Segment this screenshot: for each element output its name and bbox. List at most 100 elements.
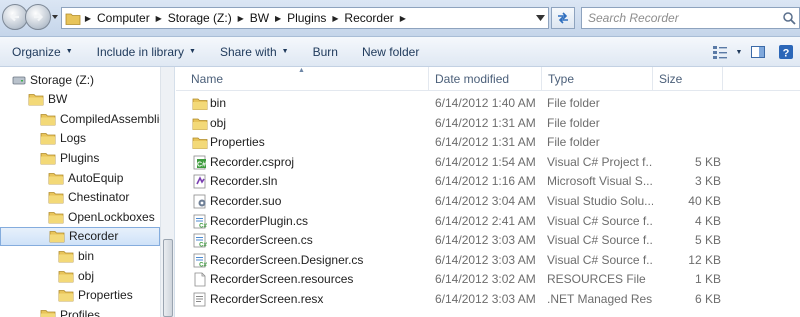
file-row[interactable]: bin 6/14/2012 1:40 AM File folder (176, 94, 800, 113)
file-size: 40 KB (688, 194, 721, 208)
tree-item-profiles[interactable]: Profiles (0, 305, 160, 317)
tree-item-obj[interactable]: obj (0, 266, 160, 285)
svg-text:C#: C# (197, 161, 206, 168)
column-header-size[interactable]: Size (653, 67, 723, 91)
file-size: 4 KB (694, 213, 721, 228)
nav-scrollbar[interactable] (160, 67, 174, 317)
tree-item-recorder[interactable]: Recorder (0, 226, 160, 246)
tree-item-logs[interactable]: Logs (0, 129, 160, 148)
file-name: obj (210, 115, 227, 130)
chevron-down-icon: ▼ (281, 48, 289, 55)
tree-item-label: BW (48, 92, 68, 107)
file-row[interactable]: RecorderScreen.resources 6/14/2012 3:02 A… (176, 270, 800, 289)
recent-pages-dropdown-icon[interactable] (51, 13, 59, 21)
file-row[interactable]: C# RecorderScreen.Designer.cs 6/14/2012 3:… (176, 251, 800, 270)
include-in-library-button[interactable]: Include in library ▼ (85, 37, 208, 66)
breadcrumb-bw[interactable]: BW (248, 11, 271, 25)
file-date-modified: 6/14/2012 3:04 AM (435, 194, 536, 208)
breadcrumb-plugins[interactable]: Plugins (285, 11, 328, 25)
file-type: Visual Studio Solu... (547, 194, 653, 208)
tree-item-label: Recorder (69, 229, 119, 244)
file-size: 12 KB (688, 252, 721, 267)
search-box[interactable] (581, 7, 800, 29)
chevron-right-icon[interactable]: ▶ (396, 14, 410, 23)
preview-pane-button[interactable] (747, 41, 769, 63)
file-name: RecorderScreen.resources (210, 272, 354, 287)
tree-item-openlockboxes[interactable]: OpenLockboxes (0, 207, 160, 226)
breadcrumb-recorder[interactable]: Recorder (342, 11, 395, 25)
preview-pane-icon (751, 46, 765, 58)
tree-item-label: Logs (60, 131, 87, 146)
tree-item-bin[interactable]: bin (0, 246, 160, 265)
new-folder-button[interactable]: New folder (350, 37, 431, 66)
file-type: Visual C# Source f... (547, 252, 653, 267)
tree-item-bw[interactable]: BW (0, 90, 160, 109)
chevron-right-icon[interactable]: ▶ (152, 14, 166, 23)
file-name: Properties (210, 135, 265, 150)
tree-item-label: obj (78, 268, 95, 283)
tree-item-label: AutoEquip (68, 170, 124, 185)
search-input[interactable] (582, 11, 772, 25)
file-size: 5 KB (694, 233, 721, 248)
back-arrow-icon (9, 12, 19, 22)
chevron-right-icon[interactable]: ▶ (271, 14, 285, 23)
file-row[interactable]: Properties 6/14/2012 1:31 AM File folder (176, 133, 800, 152)
breadcrumb-computer[interactable]: Computer (95, 11, 152, 25)
tree-item-storage-z[interactable]: Storage (Z:) (0, 70, 160, 89)
refresh-button[interactable] (551, 7, 575, 29)
view-details-icon (713, 46, 727, 59)
file-date-modified: 6/14/2012 1:40 AM (435, 96, 536, 110)
file-row[interactable]: obj 6/14/2012 1:31 AM File folder (176, 114, 800, 133)
share-with-label: Share with (219, 44, 277, 59)
file-size: 5 KB (694, 154, 721, 169)
organize-button[interactable]: Organize ▼ (0, 37, 85, 66)
burn-button[interactable]: Burn (301, 37, 350, 66)
address-history-dropdown-icon[interactable] (536, 15, 545, 21)
refresh-icon (558, 12, 568, 24)
tree-item-label: Storage (Z:) (30, 72, 95, 87)
tree-item-chestinator[interactable]: Chestinator (0, 188, 160, 207)
chevron-right-icon[interactable]: ▶ (234, 14, 248, 23)
chevron-right-icon[interactable]: ▶ (328, 14, 342, 23)
file-row[interactable]: Recorder.suo 6/14/2012 3:04 AM Visual Stud… (176, 192, 800, 211)
file-type: File folder (547, 115, 600, 130)
tree-item-plugins[interactable]: Plugins (0, 148, 160, 167)
breadcrumb-storage[interactable]: Storage (Z:) (166, 11, 234, 25)
nav-scrollbar-thumb[interactable] (163, 239, 173, 317)
help-button[interactable]: ? (775, 41, 797, 63)
address-bar[interactable]: ▶ Computer ▶ Storage (Z:) ▶ BW ▶ Plugins… (61, 7, 549, 29)
file-row[interactable]: C# Recorder.csproj 6/14/2012 1:54 AM Visual… (176, 153, 800, 172)
chevron-down-icon: ▼ (65, 48, 73, 55)
command-bar: Organize ▼ Include in library ▼ Share wi… (0, 37, 800, 67)
file-row[interactable]: RecorderScreen.resx 6/14/2012 3:03 AM .NET… (176, 290, 800, 309)
file-type: Visual C# Source f... (547, 213, 653, 228)
file-size: 6 KB (694, 292, 721, 306)
folder-icon (40, 308, 56, 317)
tree-item-compiledassemblies[interactable]: CompiledAssemblies (0, 109, 172, 128)
folder-icon (48, 190, 64, 204)
forward-button[interactable] (25, 4, 51, 30)
change-view-button[interactable] (709, 41, 731, 63)
file-name: RecorderScreen.cs (210, 233, 313, 248)
share-with-button[interactable]: Share with ▼ (208, 37, 301, 66)
file-date-modified: 6/14/2012 1:31 AM (435, 115, 536, 130)
tree-item-autoequip[interactable]: AutoEquip (0, 168, 160, 187)
file-row[interactable]: C# RecorderScreen.cs 6/14/2012 3:03 AM Visu… (176, 231, 800, 250)
column-header-date-modified[interactable]: Date modified (429, 67, 542, 91)
column-header-type[interactable]: Type (542, 67, 653, 91)
file-size: 3 KB (694, 174, 721, 189)
file-type: File folder (547, 96, 600, 110)
tree-item-label: Plugins (60, 150, 100, 165)
file-type: Microsoft Visual S... (547, 174, 653, 189)
file-name: bin (210, 96, 227, 110)
svg-text:C#: C# (199, 262, 207, 268)
tree-item-properties[interactable]: Properties (0, 286, 160, 305)
include-in-library-label: Include in library (96, 44, 185, 59)
file-row[interactable]: Recorder.sln 6/14/2012 1:16 AM Microsoft V… (176, 172, 800, 191)
more-views-dropdown[interactable]: ▼ (734, 41, 744, 63)
file-date-modified: 6/14/2012 3:03 AM (435, 292, 536, 306)
file-name: RecorderScreen.Designer.cs (210, 252, 364, 267)
file-row[interactable]: C# RecorderPlugin.cs 6/14/2012 2:41 AM Visu… (176, 212, 800, 231)
chevron-right-icon[interactable]: ▶ (81, 14, 95, 23)
search-icon[interactable] (782, 11, 796, 25)
